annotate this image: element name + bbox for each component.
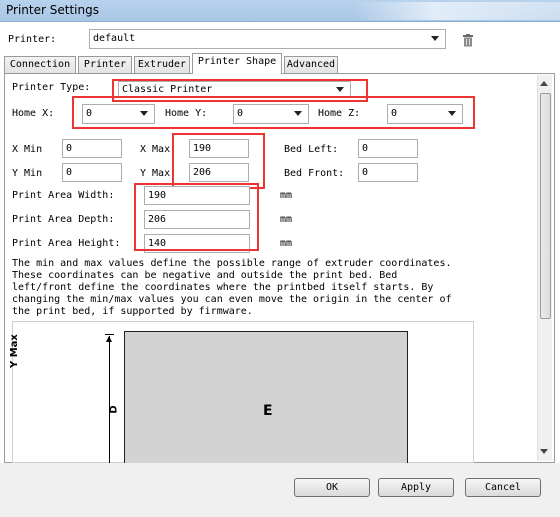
y-axis-label: Y Max — [9, 334, 20, 368]
vertical-scrollbar[interactable] — [537, 75, 552, 461]
tab-printer-shape[interactable]: Printer Shape — [192, 53, 282, 74]
d-dimension-line — [109, 336, 110, 464]
print-area-depth-label: Print Area Depth: — [12, 214, 115, 225]
x-max-label: X Max — [140, 144, 171, 155]
highlight-home — [72, 96, 475, 129]
bed-front-label: Bed Front: — [284, 168, 345, 179]
description-text: The min and max values define the possib… — [12, 258, 452, 317]
scroll-down-icon[interactable] — [540, 449, 548, 454]
titlebar-decoration — [352, 2, 560, 20]
bed-left-input[interactable]: 0 — [358, 139, 418, 158]
width-unit: mm — [280, 190, 293, 201]
ok-button[interactable]: OK — [294, 478, 370, 497]
arrow-up-icon — [106, 336, 112, 342]
y-min-label: Y Min — [12, 168, 43, 179]
print-area-width-label: Print Area Width: — [12, 190, 115, 201]
bed-front-input[interactable]: 0 — [358, 163, 418, 182]
print-bed-diagram: Y Max D E — [9, 321, 474, 464]
highlight-print-area — [134, 183, 259, 251]
tab-printer[interactable]: Printer — [78, 56, 132, 73]
apply-button[interactable]: Apply — [378, 478, 454, 497]
printer-select-value: default — [93, 33, 136, 44]
chevron-down-icon — [431, 36, 439, 41]
tab-connection[interactable]: Connection — [4, 56, 76, 73]
y-axis-label-wrap: Y Max — [9, 334, 23, 380]
printer-label: Printer: — [8, 34, 57, 45]
highlight-max — [172, 133, 265, 189]
y-max-label: Y Max — [140, 168, 171, 179]
x-min-label: X Min — [12, 144, 43, 155]
bed-left-label: Bed Left: — [284, 144, 339, 155]
window-title: Printer Settings — [6, 3, 99, 17]
y-min-input[interactable]: 0 — [62, 163, 122, 182]
print-bed-area: E — [124, 331, 408, 464]
e-label: E — [263, 403, 273, 419]
printer-type-label: Printer Type: — [12, 82, 91, 93]
trash-icon[interactable] — [462, 34, 474, 47]
tab-advanced[interactable]: Advanced — [284, 56, 338, 73]
scroll-up-icon[interactable] — [540, 81, 548, 86]
depth-unit: mm — [280, 214, 293, 225]
d-label: D — [108, 405, 120, 414]
home-x-label: Home X: — [12, 108, 55, 119]
print-area-height-label: Print Area Height: — [12, 238, 121, 249]
title-bar[interactable]: Printer Settings — [0, 0, 560, 22]
printer-select[interactable]: default — [89, 29, 446, 49]
d-dimension-cap — [105, 334, 114, 335]
tab-extruder[interactable]: Extruder — [134, 56, 190, 73]
x-min-input[interactable]: 0 — [62, 139, 122, 158]
scrollbar-thumb[interactable] — [540, 93, 551, 319]
height-unit: mm — [280, 238, 293, 249]
cancel-button[interactable]: Cancel — [465, 478, 541, 497]
